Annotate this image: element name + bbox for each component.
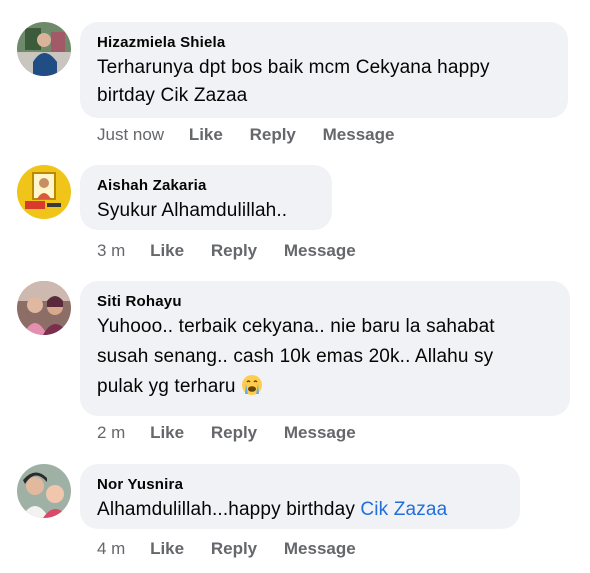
comment-text: Alhamdulillah...happy birthday Cik Zazaa [97,495,502,525]
comment-text-line: pulak yg terharu [97,372,552,402]
reply-button[interactable]: Reply [211,241,257,261]
comment-text-line: Yuhooo.. terbaik cekyana.. nie baru la s… [97,316,495,337]
comment-bubble: Aishah Zakaria Syukur Alhamdulillah.. [80,165,332,230]
comment-actions: Just now Like Reply Message [97,125,416,145]
like-button[interactable]: Like [150,423,184,443]
avatar[interactable] [17,165,71,219]
message-button[interactable]: Message [284,241,356,261]
avatar[interactable] [17,22,71,76]
avatar[interactable] [17,464,71,518]
comment-bubble: Nor Yusnira Alhamdulillah...happy birthd… [80,464,520,529]
comment-bubble: Hizazmiela Shiela Terharunya dpt bos bai… [80,22,568,118]
like-button[interactable]: Like [189,125,223,145]
comment-text-line: birtday Cik Zazaa [97,85,248,106]
reply-button[interactable]: Reply [211,423,257,443]
comment-text-fragment: pulak yg terharu [97,376,236,397]
comment-actions: 3 m Like Reply Message [97,241,378,261]
message-button[interactable]: Message [323,125,395,145]
reply-button[interactable]: Reply [250,125,296,145]
comment-timestamp[interactable]: 4 m [97,539,125,559]
comment-text-fragment: Alhamdulillah...happy birthday [97,499,361,520]
comment-author[interactable]: Aishah Zakaria [97,176,314,196]
like-button[interactable]: Like [150,241,184,261]
comment-timestamp[interactable]: Just now [97,125,164,145]
comment-author[interactable]: Hizazmiela Shiela [97,33,550,53]
message-button[interactable]: Message [284,423,356,443]
crying-face-emoji [241,374,263,396]
comment-actions: 4 m Like Reply Message [97,539,378,559]
comment-actions: 2 m Like Reply Message [97,423,378,443]
comment-author[interactable]: Nor Yusnira [97,475,502,495]
comment-text-line: susah senang.. cash 10k emas 20k.. Allah… [97,346,494,367]
comment-author[interactable]: Siti Rohayu [97,292,552,312]
mention-link[interactable]: Cik Zazaa [360,499,447,520]
like-button[interactable]: Like [150,539,184,559]
comment-bubble: Siti Rohayu Yuhooo.. terbaik cekyana.. n… [80,281,570,416]
comment-text: Syukur Alhamdulillah.. [97,200,288,221]
comment-timestamp[interactable]: 3 m [97,241,125,261]
avatar[interactable] [17,281,71,335]
message-button[interactable]: Message [284,539,356,559]
reply-button[interactable]: Reply [211,539,257,559]
comment-timestamp[interactable]: 2 m [97,423,125,443]
comment-text-line: Terharunya dpt bos baik mcm Cekyana happ… [97,57,490,78]
